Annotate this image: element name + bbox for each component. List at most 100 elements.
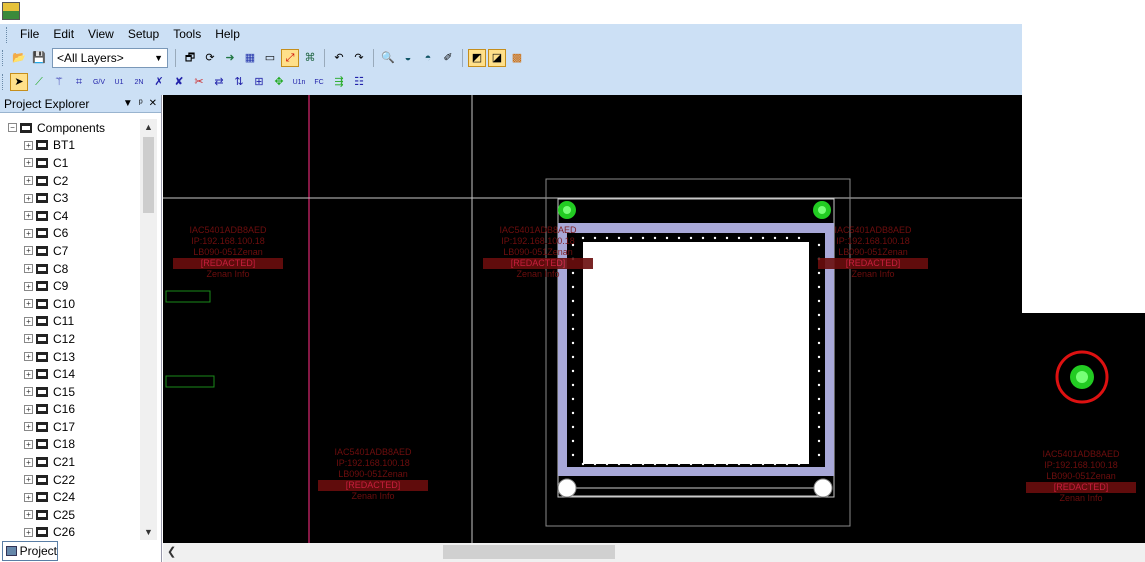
- toolbar-grip[interactable]: [2, 50, 5, 66]
- expand-icon[interactable]: +: [24, 246, 33, 256]
- tree-item[interactable]: + C8: [0, 260, 140, 278]
- net-icon[interactable]: 2N: [130, 73, 148, 91]
- canvas-hscrollbar[interactable]: ❮: [163, 543, 1145, 562]
- expand-icon[interactable]: +: [24, 211, 33, 221]
- layer-icon[interactable]: ◒: [399, 49, 417, 67]
- scroll-left-icon[interactable]: ❮: [167, 543, 176, 562]
- close-icon[interactable]: ✕: [149, 98, 157, 109]
- layer-alt-icon[interactable]: ◓: [419, 49, 437, 67]
- properties-icon[interactable]: 🗗: [181, 49, 199, 67]
- cross-icon[interactable]: ✗: [150, 73, 168, 91]
- expand-icon[interactable]: +: [24, 527, 33, 537]
- pcb-canvas-overflow[interactable]: IAC5401ADB8AED IP:192.168.100.18 LB090-0…: [1022, 313, 1145, 543]
- pin-swap-icon[interactable]: ⇅: [230, 73, 248, 91]
- expand-icon[interactable]: +: [24, 510, 33, 520]
- u1-u2-icon[interactable]: U1: [110, 73, 128, 91]
- expand-icon[interactable]: +: [24, 176, 33, 186]
- route-net-icon[interactable]: ⇄: [210, 73, 228, 91]
- tree-item[interactable]: + C10: [0, 295, 140, 313]
- cross-alt-icon[interactable]: ✘: [170, 73, 188, 91]
- menu-tools[interactable]: Tools: [166, 24, 208, 45]
- eraser-icon[interactable]: ✐: [439, 49, 457, 67]
- tree-item[interactable]: + C2: [0, 172, 140, 190]
- expand-icon[interactable]: +: [24, 475, 33, 485]
- dropdown-icon[interactable]: ▼: [123, 98, 133, 109]
- pin-icon[interactable]: ᵖ: [139, 98, 143, 109]
- tree-item[interactable]: + C14: [0, 365, 140, 383]
- expand-icon[interactable]: +: [24, 387, 33, 397]
- add-via-icon[interactable]: ⚚: [50, 73, 68, 91]
- tree-item[interactable]: + C13: [0, 348, 140, 366]
- route-icon[interactable]: ➜: [221, 49, 239, 67]
- tree-item[interactable]: + C18: [0, 436, 140, 454]
- move-icon[interactable]: ✥: [270, 73, 288, 91]
- expand-icon[interactable]: +: [24, 457, 33, 467]
- layer-select[interactable]: <All Layers> ▼: [52, 48, 168, 68]
- open-icon[interactable]: 📂: [10, 49, 28, 67]
- menu-edit[interactable]: Edit: [46, 24, 81, 45]
- component-place-icon[interactable]: ⊞: [250, 73, 268, 91]
- tree-item[interactable]: + C17: [0, 418, 140, 436]
- tree-item[interactable]: + C1: [0, 154, 140, 172]
- tree-item[interactable]: + C4: [0, 207, 140, 225]
- tree-item[interactable]: + C26: [0, 524, 140, 539]
- expand-icon[interactable]: +: [24, 369, 33, 379]
- tree-item[interactable]: + C21: [0, 453, 140, 471]
- scroll-down-icon[interactable]: ▼: [140, 524, 157, 540]
- expand-icon[interactable]: +: [24, 334, 33, 344]
- expand-icon[interactable]: +: [24, 422, 33, 432]
- menu-file[interactable]: File: [13, 24, 46, 45]
- refresh-icon[interactable]: ⟳: [201, 49, 219, 67]
- tree-item[interactable]: + C22: [0, 471, 140, 489]
- tree-item[interactable]: + C9: [0, 277, 140, 295]
- expand-icon[interactable]: +: [24, 281, 33, 291]
- add-copper-icon[interactable]: ⌗: [70, 73, 88, 91]
- add-trace-icon[interactable]: ⟋: [30, 73, 48, 91]
- expand-icon[interactable]: +: [24, 352, 33, 362]
- nets-icon[interactable]: ⇶: [330, 73, 348, 91]
- tree-item[interactable]: + C6: [0, 225, 140, 243]
- hscroll-thumb[interactable]: [443, 545, 615, 559]
- table-icon[interactable]: ☷: [350, 73, 368, 91]
- menu-view[interactable]: View: [81, 24, 121, 45]
- drill-hole[interactable]: [813, 478, 833, 498]
- expand-icon[interactable]: +: [24, 492, 33, 502]
- expand-icon[interactable]: +: [24, 316, 33, 326]
- menu-grip[interactable]: [6, 26, 9, 43]
- tree-item[interactable]: + C7: [0, 242, 140, 260]
- tree-item[interactable]: + C12: [0, 330, 140, 348]
- tree-item[interactable]: + C25: [0, 506, 140, 524]
- tree-item[interactable]: + C3: [0, 189, 140, 207]
- explorer-scrollbar[interactable]: ▲ ▼: [140, 119, 157, 540]
- scroll-up-icon[interactable]: ▲: [140, 119, 157, 135]
- select-mode-icon[interactable]: ◩: [468, 49, 486, 67]
- tree-root[interactable]: − Components: [0, 119, 140, 137]
- expand-icon[interactable]: +: [24, 193, 33, 203]
- tree-item[interactable]: + C16: [0, 401, 140, 419]
- menu-help[interactable]: Help: [208, 24, 247, 45]
- expand-icon[interactable]: +: [24, 264, 33, 274]
- route-active-icon[interactable]: ⤢: [281, 49, 299, 67]
- component-icon[interactable]: ⌘: [301, 49, 319, 67]
- tab-project[interactable]: Project: [2, 541, 58, 561]
- expand-icon[interactable]: +: [24, 158, 33, 168]
- board-mode-icon[interactable]: ◪: [488, 49, 506, 67]
- expand-icon[interactable]: +: [24, 299, 33, 309]
- zoom-icon[interactable]: 🔍: [379, 49, 397, 67]
- menu-setup[interactable]: Setup: [121, 24, 166, 45]
- pcb-canvas[interactable]: IAC5401ADB8AED IP:192.168.100.18 LB090-0…: [163, 95, 1022, 543]
- expand-icon[interactable]: +: [24, 140, 33, 150]
- undo-icon[interactable]: ↶: [330, 49, 348, 67]
- drill-hole[interactable]: [557, 478, 577, 498]
- toolbar-grip[interactable]: [2, 74, 5, 90]
- save-icon[interactable]: 💾: [30, 49, 48, 67]
- tree-item[interactable]: + C11: [0, 313, 140, 331]
- tree-item[interactable]: + C24: [0, 488, 140, 506]
- redo-icon[interactable]: ↷: [350, 49, 368, 67]
- expand-icon[interactable]: +: [24, 439, 33, 449]
- gnd-vcc-icon[interactable]: G/V: [90, 73, 108, 91]
- expand-icon[interactable]: +: [24, 404, 33, 414]
- select-arrow-icon[interactable]: ➤: [10, 73, 28, 91]
- grid-icon[interactable]: ▦: [241, 49, 259, 67]
- display-icon[interactable]: ▭: [261, 49, 279, 67]
